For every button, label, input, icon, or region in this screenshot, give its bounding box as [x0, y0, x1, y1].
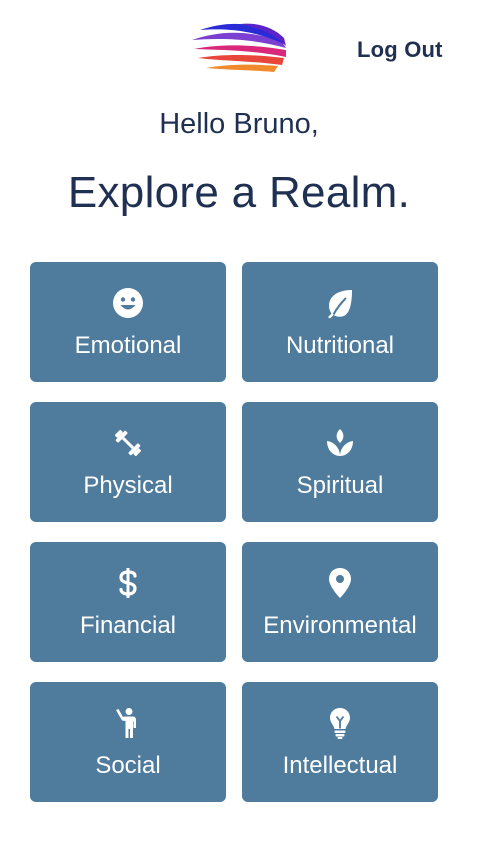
lotus-icon	[323, 426, 357, 460]
realm-tile-environmental[interactable]: Environmental	[242, 542, 438, 662]
leaf-icon	[323, 286, 357, 320]
realm-label: Environmental	[263, 612, 417, 639]
realm-tile-emotional[interactable]: Emotional	[30, 262, 226, 382]
logout-button[interactable]: Log Out	[357, 37, 443, 63]
realm-label: Nutritional	[285, 332, 395, 359]
page-title: Explore a Realm.	[67, 168, 411, 217]
dumbbell-icon	[111, 426, 145, 460]
greeting-text: Hello Bruno,	[159, 108, 319, 140]
dollar-icon	[111, 566, 145, 600]
realm-tile-physical[interactable]: Physical	[30, 402, 226, 522]
brand-logo	[190, 16, 290, 76]
realm-grid: Emotional Nutritional Physical Spiritual…	[30, 262, 438, 802]
realm-tile-nutritional[interactable]: Nutritional	[242, 262, 438, 382]
realm-tile-intellectual[interactable]: Intellectual	[242, 682, 438, 802]
realm-label: Emotional	[74, 332, 182, 359]
realm-tile-financial[interactable]: Financial	[30, 542, 226, 662]
realm-label: Financial	[79, 612, 177, 639]
map-pin-icon	[323, 566, 357, 600]
person-waving-icon	[111, 706, 145, 740]
realm-tile-spiritual[interactable]: Spiritual	[242, 402, 438, 522]
realm-label: Social	[95, 752, 161, 779]
realm-label: Intellectual	[282, 752, 398, 779]
realm-tile-social[interactable]: Social	[30, 682, 226, 802]
smiley-icon	[111, 286, 145, 320]
realm-label: Spiritual	[296, 472, 384, 499]
realm-label: Physical	[83, 472, 173, 499]
lightbulb-icon	[323, 706, 357, 740]
